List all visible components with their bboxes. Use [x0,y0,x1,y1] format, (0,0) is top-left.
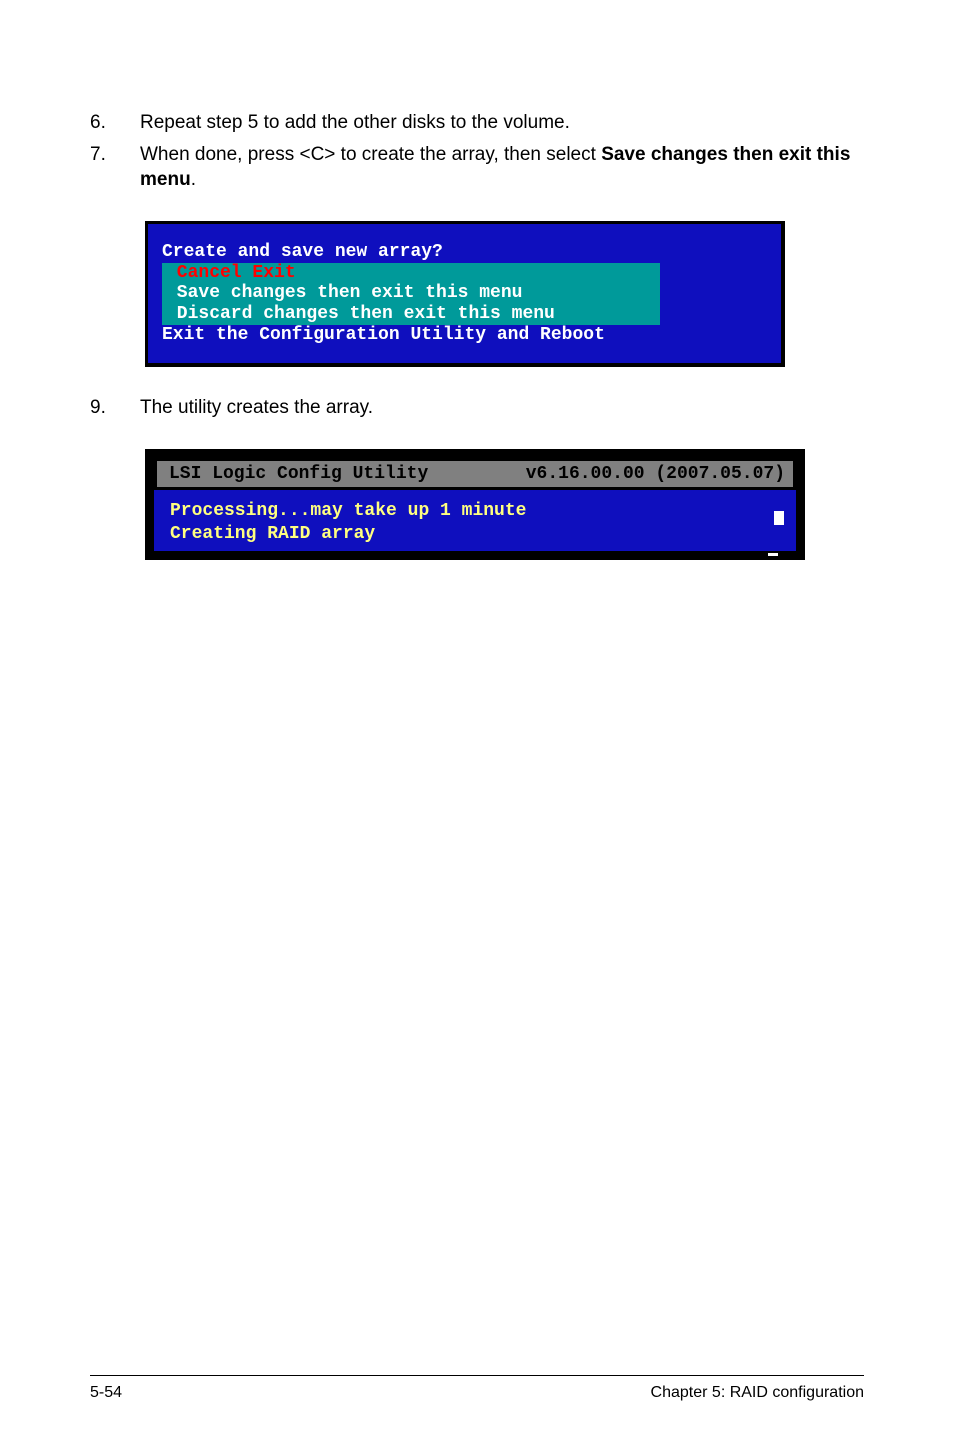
instructions-block-b: 9. The utility creates the array. [90,395,864,421]
bios1-discard-item[interactable]: Discard changes then exit this menu [162,304,660,325]
bios1-cancel-row: Cancel Exit [162,263,767,284]
bios2-line-1: Processing...may take up 1 minute [170,500,784,523]
step-9-number: 9. [90,395,140,421]
step-7-suffix: . [191,169,196,190]
bios2-cursor-icon [774,511,784,525]
bios1-discard-row: Discard changes then exit this menu [162,304,767,325]
bios2-line-2: Creating RAID array [170,523,784,546]
bios2-header-left: LSI Logic Config Utility [169,464,428,484]
bios1-cancel-item[interactable]: Cancel Exit [162,263,660,284]
step-6-row: 6. Repeat step 5 to add the other disks … [90,110,864,136]
bios1-save-item[interactable]: Save changes then exit this menu [162,283,660,304]
step-7-prefix: When done, press <C> to create the array… [140,144,601,165]
document-page: 6. Repeat step 5 to add the other disks … [0,0,954,1438]
bios2-header-bar: LSI Logic Config Utility v6.16.00.00 (20… [154,458,796,490]
footer-page-number: 5-54 [90,1384,122,1402]
footer-chapter-label: Chapter 5: RAID configuration [651,1384,864,1402]
bios2-decor-icon [768,553,778,556]
bios1-save-row: Save changes then exit this menu [162,283,767,304]
step-6-number: 6. [90,110,140,136]
instructions-block-a: 6. Repeat step 5 to add the other disks … [90,110,864,193]
step-6-text: Repeat step 5 to add the other disks to … [140,110,864,136]
step-7-text: When done, press <C> to create the array… [140,142,864,193]
bios1-title: Create and save new array? [162,242,767,263]
bios2-header-right: v6.16.00.00 (2007.05.07) [526,464,785,484]
step-9-row: 9. The utility creates the array. [90,395,864,421]
bios-save-menu-box: Create and save new array? Cancel Exit S… [145,221,785,367]
step-7-row: 7. When done, press <C> to create the ar… [90,142,864,193]
bios-progress-box: LSI Logic Config Utility v6.16.00.00 (20… [145,449,805,560]
bios1-exit-line: Exit the Configuration Utility and Reboo… [162,325,767,346]
bios2-body: Processing...may take up 1 minute Creati… [154,490,796,551]
bios2-bottom-strip [154,551,796,557]
footer-row: 5-54 Chapter 5: RAID configuration [90,1384,864,1402]
step-7-number: 7. [90,142,140,168]
footer-separator [90,1375,864,1376]
step-9-text: The utility creates the array. [140,395,864,421]
